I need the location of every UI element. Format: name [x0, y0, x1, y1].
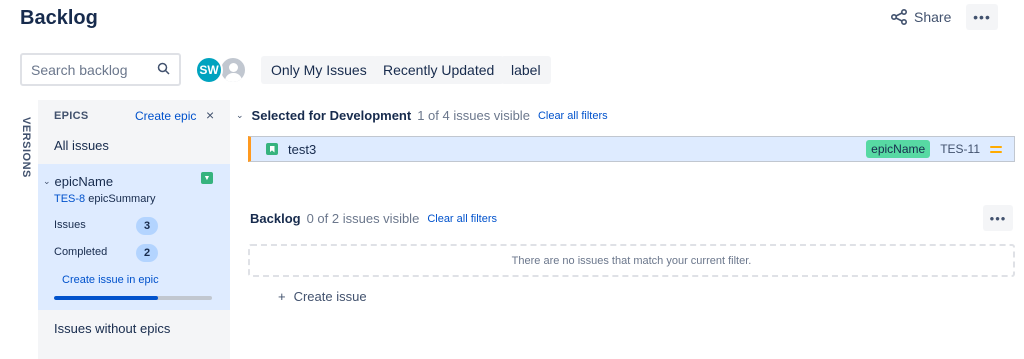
create-epic-link[interactable]: Create epic: [135, 109, 196, 123]
priority-medium-icon: [990, 145, 1002, 153]
create-issue-label: Create issue: [293, 289, 367, 304]
page-title: Backlog: [20, 7, 98, 29]
filter-only-my-issues[interactable]: Only My Issues: [261, 56, 377, 84]
plus-icon: +: [278, 289, 286, 304]
backlog-header: Backlog 0 of 2 issues visible Clear all …: [250, 211, 497, 226]
backlog-empty-message: There are no issues that match your curr…: [248, 244, 1015, 277]
chevron-down-icon[interactable]: ⌄: [236, 110, 244, 121]
avatar-sw[interactable]: SW: [195, 56, 223, 84]
completed-stat-label: Completed: [54, 246, 108, 258]
versions-tab[interactable]: VERSIONS: [16, 117, 32, 178]
share-button[interactable]: Share: [890, 6, 951, 28]
epic-name: epicName: [54, 174, 114, 189]
epic-summary: TES-8 epicSummary: [54, 193, 156, 205]
backlog-issue-count: 0 of 2 issues visible: [306, 211, 420, 226]
epic-lozenge[interactable]: epicName: [866, 140, 931, 158]
share-icon: [890, 9, 907, 25]
backlog-title: Backlog: [250, 211, 301, 226]
epic-key[interactable]: TES-8: [54, 193, 85, 205]
backlog-more-button[interactable]: •••: [983, 205, 1013, 231]
epic-progress-fill: [54, 296, 159, 300]
share-label: Share: [914, 9, 952, 25]
filter-label[interactable]: label: [501, 56, 551, 84]
search-box[interactable]: [20, 53, 181, 86]
sprint-clear-filters-link[interactable]: Clear all filters: [538, 110, 608, 122]
sprint-issue-count: 1 of 4 issues visible: [417, 108, 530, 123]
all-issues-item[interactable]: All issues: [54, 138, 109, 153]
close-icon[interactable]: ×: [206, 107, 214, 123]
chevron-down-icon: ⌄: [43, 176, 51, 186]
issue-key[interactable]: TES-11: [940, 142, 980, 156]
epic-progress-bar: [54, 296, 212, 300]
issue-summary: test3: [288, 141, 317, 157]
search-icon: [157, 62, 170, 78]
avatar-unassigned-icon[interactable]: [219, 56, 247, 84]
backlog-clear-filters-link[interactable]: Clear all filters: [427, 213, 497, 225]
filter-recently-updated[interactable]: Recently Updated: [373, 56, 505, 84]
epics-panel: EPICS Create epic × All issues ⌄ epicNam…: [38, 100, 230, 359]
sprint-header: ⌄ Selected for Development 1 of 4 issues…: [236, 108, 608, 123]
issues-count-badge: 3: [136, 217, 158, 235]
epic-dropdown-icon[interactable]: ▼: [201, 172, 213, 184]
epic-summary-text: epicSummary: [88, 193, 156, 205]
epic-card[interactable]: ⌄ epicName ▼ TES-8 epicSummary Issues 3 …: [38, 164, 230, 310]
create-issue-button[interactable]: + Create issue: [278, 289, 367, 304]
more-actions-button[interactable]: •••: [966, 4, 998, 30]
issues-without-epics-item[interactable]: Issues without epics: [54, 321, 170, 336]
issues-stat-label: Issues: [54, 219, 86, 231]
epic-name-row[interactable]: ⌄ epicName: [43, 174, 113, 189]
epics-title: EPICS: [54, 110, 89, 122]
completed-count-badge: 2: [136, 244, 158, 262]
issue-row[interactable]: test3 epicName TES-11: [248, 136, 1015, 162]
story-icon: [266, 143, 278, 155]
sprint-title: Selected for Development: [251, 108, 412, 123]
search-input[interactable]: [31, 61, 151, 78]
create-issue-in-epic-link[interactable]: Create issue in epic: [62, 274, 159, 286]
